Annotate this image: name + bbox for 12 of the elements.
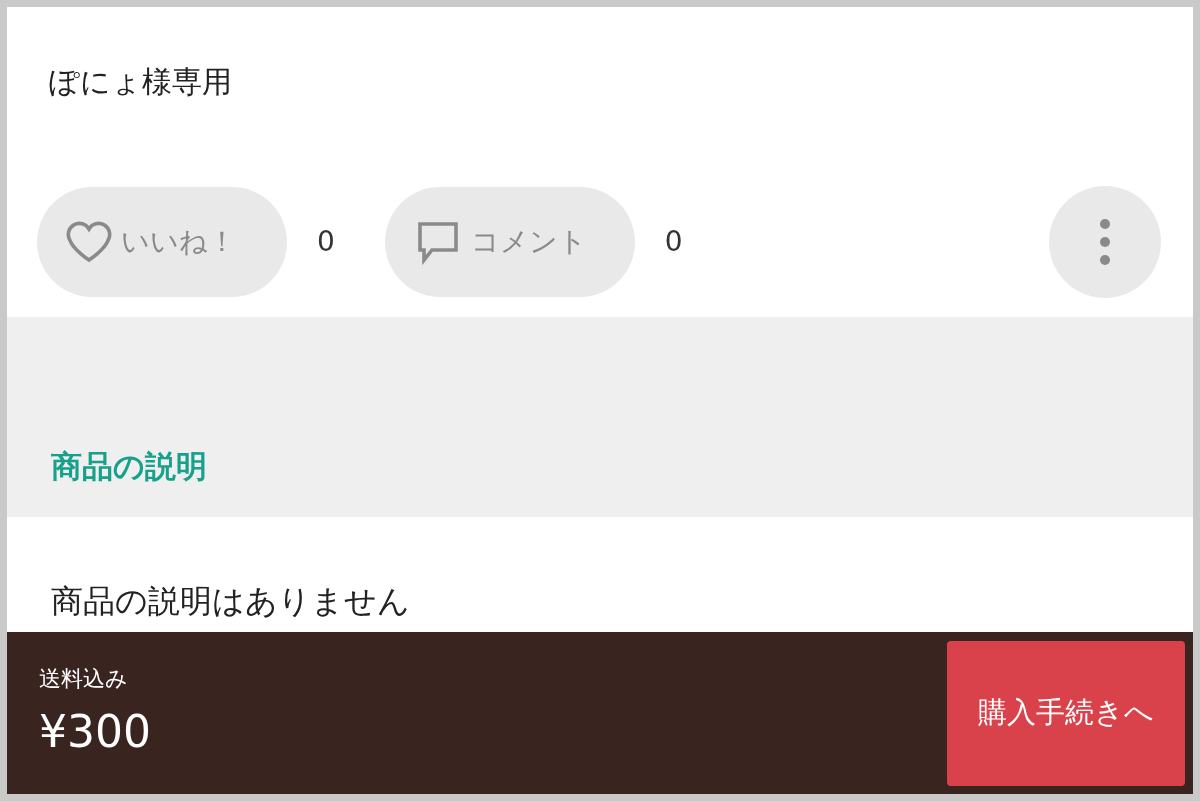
heart-icon xyxy=(65,220,113,264)
item-title: ぽにょ様専用 xyxy=(49,64,232,99)
description-text: 商品の説明はありません xyxy=(51,582,410,620)
like-button[interactable]: いいね！ xyxy=(37,187,287,297)
shipping-note: 送料込み xyxy=(39,664,129,693)
count-label: 0 xyxy=(317,224,335,260)
count-label: 0 xyxy=(664,224,683,260)
comment-button[interactable]: コメント xyxy=(384,187,635,297)
vertical-dots-icon xyxy=(1099,218,1111,266)
price-label: ¥300 xyxy=(39,704,152,759)
purchase-button[interactable]: 購入手続きへ xyxy=(947,640,1185,786)
section-heading: 商品の説明 xyxy=(51,446,207,486)
